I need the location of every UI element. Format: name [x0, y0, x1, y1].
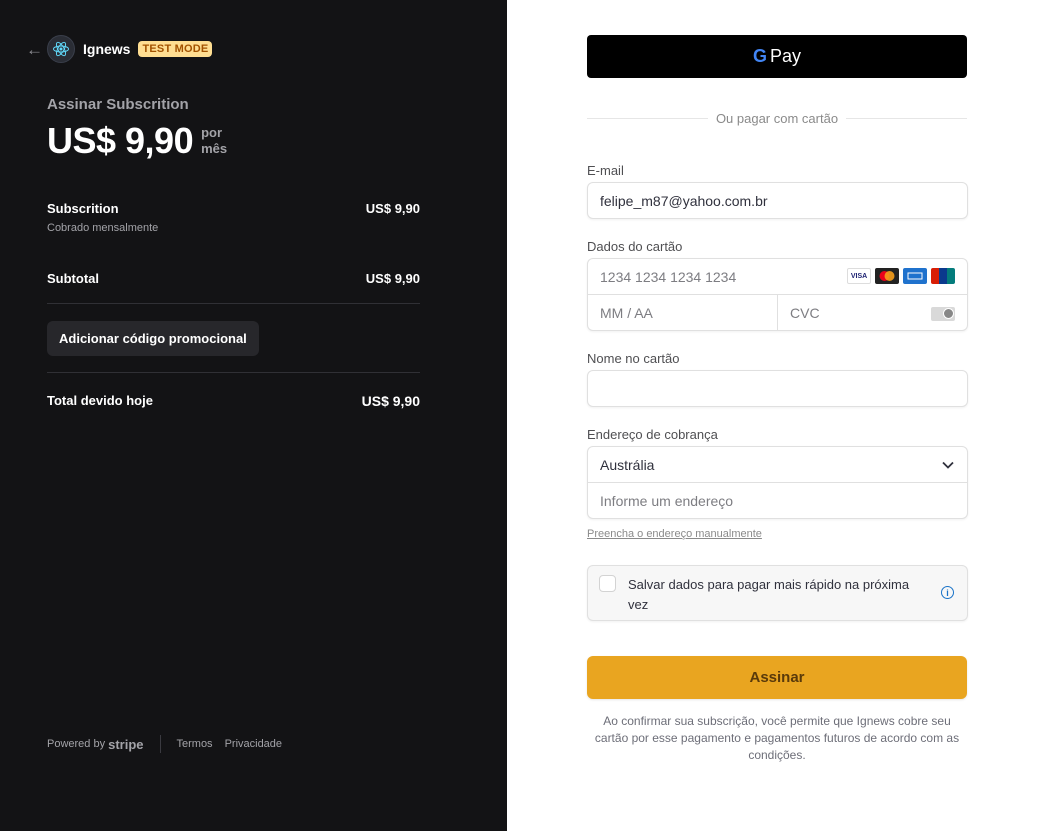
brand-name: Ignews [83, 41, 131, 57]
google-pay-button[interactable]: G Pay [587, 35, 967, 78]
visa-icon: VISA [847, 268, 871, 284]
divider-line [846, 118, 967, 119]
footer: Powered by stripe Termos Privacidade [47, 735, 294, 753]
or-text: Ou pagar com cartão [715, 111, 839, 126]
card-number-placeholder: 1234 1234 1234 1234 [600, 268, 737, 285]
save-info-checkbox[interactable] [599, 575, 616, 592]
gpay-label: Pay [769, 46, 802, 66]
save-info-box: Salvar dados para pagar mais rápido na p… [587, 565, 968, 621]
stripe-logo[interactable]: stripe [108, 737, 143, 752]
powered-by-label: Powered by [47, 738, 106, 750]
expiry-input[interactable]: MM / AA [588, 295, 778, 331]
total-amount: US$ 9,90 [361, 393, 420, 409]
cvc-placeholder: CVC [790, 305, 820, 321]
cardholder-name-label: Nome no cartão [587, 351, 680, 366]
terms-text: Ao confirmar sua subscrição, você permit… [594, 714, 960, 762]
cvc-card-icon [931, 307, 955, 321]
subtotal-label: Subtotal [47, 271, 99, 286]
subtotal-amount: US$ 9,90 [365, 271, 420, 286]
card-details-label: Dados do cartão [587, 239, 683, 254]
subtotal-row: Subtotal US$ 9,90 [47, 271, 420, 286]
country-value: Austrália [600, 456, 655, 473]
total-row: Total devido hoje US$ 9,90 [47, 393, 420, 409]
footer-separator [159, 735, 161, 753]
line-item: Subscrition Cobrado mensalmente US$ 9,90 [47, 201, 420, 234]
billing-address-label: Endereço de cobrança [587, 427, 718, 442]
cvc-input[interactable]: CVC [778, 295, 967, 331]
country-select[interactable]: Austrália [588, 447, 967, 483]
react-atom-icon [47, 35, 75, 63]
divider [47, 372, 420, 373]
test-mode-badge: TEST MODE [138, 41, 213, 57]
billing-address-field: Austrália Informe um endereço [587, 446, 968, 519]
or-divider: Ou pagar com cartão [587, 111, 967, 126]
card-number-input[interactable]: 1234 1234 1234 1234 VISA [588, 259, 967, 295]
amex-icon [903, 268, 927, 284]
price-amount: US$ 9,90 [47, 120, 194, 161]
card-brand-icons: VISA [847, 268, 955, 284]
info-icon[interactable]: i [941, 586, 954, 599]
cardholder-name-field[interactable] [587, 370, 968, 407]
arrow-left-icon[interactable]: ← [26, 41, 43, 58]
chevron-down-icon [942, 461, 954, 469]
terms-link[interactable]: Termos [177, 738, 213, 750]
manual-address-link[interactable]: Preencha o endereço manualmente [587, 528, 762, 540]
total-label: Total devido hoje [47, 393, 153, 408]
divider [47, 303, 420, 304]
address-input[interactable]: Informe um endereço [588, 483, 967, 519]
price-block: US$ 9,90 por mês [47, 120, 233, 162]
google-g-logo: G [752, 46, 767, 66]
line-item-note: Cobrado mensalmente [47, 222, 159, 234]
mastercard-icon [875, 268, 899, 284]
email-value: felipe_m87@yahoo.com.br [600, 192, 768, 209]
email-label: E-mail [587, 163, 624, 178]
price-period: por mês [201, 125, 228, 156]
order-summary-panel: ← Ignews TEST MODE Assinar Subscrition U… [0, 0, 507, 831]
header: ← Ignews TEST MODE [26, 35, 213, 63]
email-field[interactable]: felipe_m87@yahoo.com.br [587, 182, 968, 219]
add-promo-code-button[interactable]: Adicionar código promocional [47, 321, 259, 356]
line-item-name: Subscrition [47, 201, 119, 216]
card-details-field: 1234 1234 1234 1234 VISA MM / AA CVC [587, 258, 968, 331]
subscribe-title: Assinar Subscrition [47, 96, 189, 113]
line-item-amount: US$ 9,90 [365, 201, 420, 216]
subscribe-button[interactable]: Assinar [587, 656, 967, 699]
unionpay-icon [931, 268, 955, 284]
privacy-link[interactable]: Privacidade [225, 738, 282, 750]
save-info-text: Salvar dados para pagar mais rápido na p… [628, 577, 910, 612]
expiry-placeholder: MM / AA [600, 305, 653, 321]
address-placeholder: Informe um endereço [600, 493, 734, 509]
divider-line [587, 118, 708, 119]
